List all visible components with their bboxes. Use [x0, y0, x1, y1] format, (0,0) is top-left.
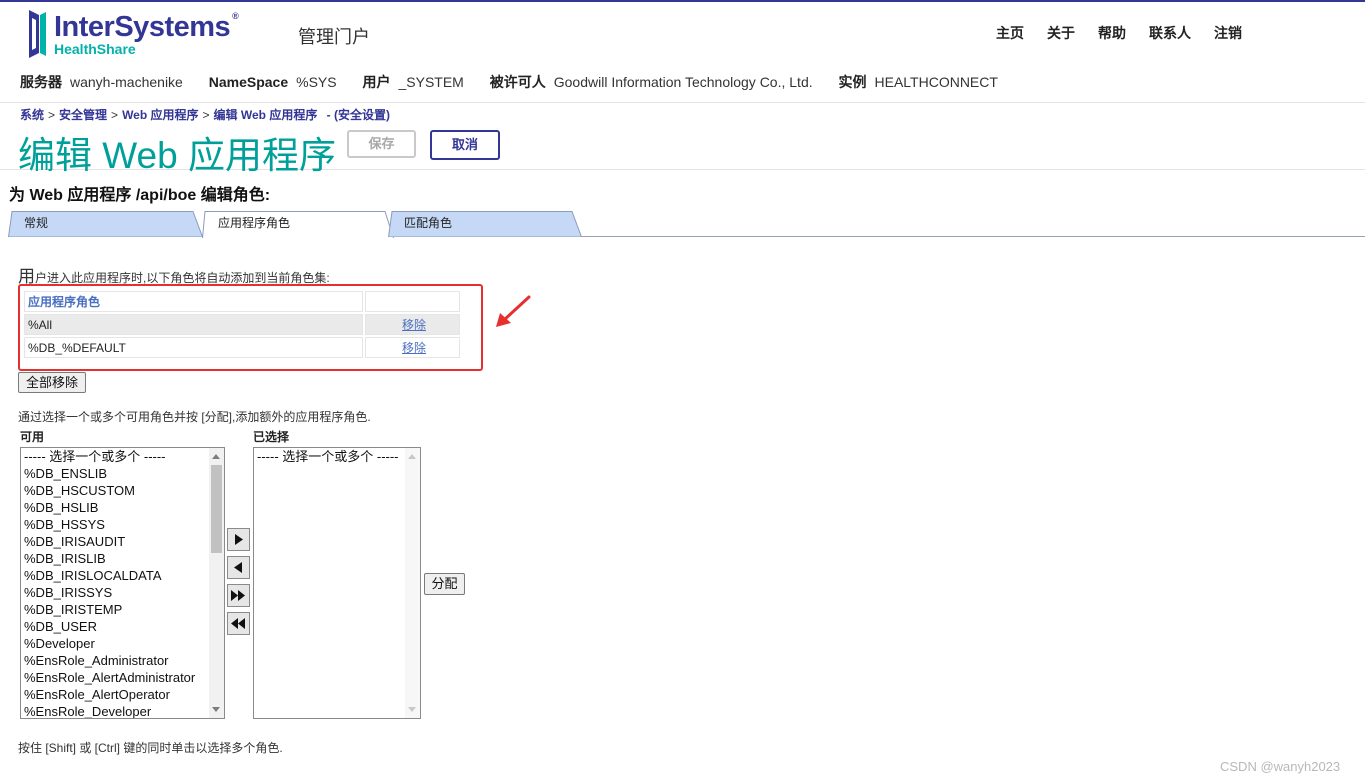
- namespace-value: %SYS: [296, 74, 337, 90]
- brand-name: InterSystems ®: [54, 11, 239, 43]
- server-label: 服务器: [20, 74, 62, 90]
- action-cell: 移除: [365, 337, 460, 358]
- brand-subtitle: HealthShare: [54, 41, 136, 57]
- tab-general-label: 常规: [24, 216, 49, 230]
- user-label: 用户: [362, 74, 391, 90]
- available-role-option[interactable]: %DB_IRISAUDIT: [21, 533, 224, 550]
- roles-intro-text: 用户进入此应用程序时,以下角色将自动添加到当前角色集:: [18, 267, 330, 286]
- available-role-option[interactable]: %DB_IRISTEMP: [21, 601, 224, 618]
- table-row: %All 移除: [24, 314, 460, 335]
- remove-role-link[interactable]: 移除: [402, 341, 426, 355]
- tab-general[interactable]: 常规: [8, 211, 203, 237]
- logo-mark-icon: [29, 10, 46, 58]
- assign-button[interactable]: 分配: [424, 573, 465, 595]
- header: InterSystems ® HealthShare 管理门户 主页 关于 帮助 …: [0, 2, 1365, 102]
- nav-contact-link[interactable]: 联系人: [1149, 23, 1191, 43]
- column-header-app-role: 应用程序角色: [24, 291, 363, 312]
- top-navigation: 主页 关于 帮助 联系人 注销: [996, 23, 1265, 43]
- available-role-option[interactable]: %Developer: [21, 635, 224, 652]
- action-cell: 移除: [365, 314, 460, 335]
- available-role-option[interactable]: %DB_ENSLIB: [21, 465, 224, 482]
- tab-app-roles[interactable]: 应用程序角色: [202, 211, 394, 238]
- system-info-bar: 服务器 wanyh-machenike NameSpace %SYS 用户 _SYST…: [20, 72, 1020, 92]
- scroll-down-icon[interactable]: [212, 707, 220, 712]
- scroll-thumb[interactable]: [211, 465, 222, 553]
- breadcrumb: 系统 > 安全管理 > Web 应用程序 > 编辑 Web 应用程序 - (安全设置): [20, 108, 390, 122]
- available-roles-listbox[interactable]: ----- 选择一个或多个 ----- %DB_ENSLIB %DB_HSCUSTO…: [20, 447, 225, 719]
- role-name-cell: %DB_%DEFAULT: [24, 337, 363, 358]
- double-arrow-right-icon: [231, 590, 245, 601]
- breadcrumb-system[interactable]: 系统: [20, 108, 44, 122]
- move-all-left-button[interactable]: [227, 612, 250, 635]
- page-title: 编辑 Web 应用程序: [18, 135, 336, 176]
- tab-bar: 常规 应用程序角色 匹配角色: [8, 210, 1365, 238]
- section-title: 为 Web 应用程序 /api/boe 编辑角色:: [9, 187, 271, 204]
- remove-role-link[interactable]: 移除: [402, 318, 426, 332]
- available-role-option[interactable]: %EnsRole_Developer: [21, 703, 224, 718]
- arrow-right-icon: [235, 534, 243, 545]
- selected-label: 已选择: [253, 430, 290, 444]
- move-right-button[interactable]: [227, 528, 250, 551]
- cancel-button[interactable]: 取消: [430, 130, 500, 160]
- app-roles-table: 应用程序角色 %All 移除 %DB_%DEFAULT 移除: [22, 289, 462, 360]
- available-role-option[interactable]: %DB_IRISLIB: [21, 550, 224, 567]
- nav-logout-link[interactable]: 注销: [1214, 23, 1242, 43]
- breadcrumb-web-apps[interactable]: Web 应用程序: [122, 108, 198, 122]
- available-role-option[interactable]: %DB_HSSYS: [21, 516, 224, 533]
- available-role-option[interactable]: %EnsRole_Administrator: [21, 652, 224, 669]
- save-button[interactable]: 保存: [347, 130, 416, 158]
- title-area: 系统 > 安全管理 > Web 应用程序 > 编辑 Web 应用程序 - (安全设置) 编辑…: [0, 102, 1365, 176]
- available-role-option[interactable]: %DB_HSLIB: [21, 499, 224, 516]
- remove-all-button[interactable]: 全部移除: [18, 372, 86, 393]
- available-role-option[interactable]: %EnsRole_AlertAdministrator: [21, 669, 224, 686]
- available-role-option[interactable]: %DB_HSCUSTOM: [21, 482, 224, 499]
- available-role-option[interactable]: ----- 选择一个或多个 -----: [21, 448, 224, 465]
- available-label: 可用: [20, 430, 45, 444]
- assign-hint-text: 通过选择一个或多个可用角色并按 [分配],添加额外的应用程序角色.: [18, 410, 371, 424]
- tab-matching-roles[interactable]: 匹配角色: [388, 211, 582, 237]
- available-role-option[interactable]: %DB_USER: [21, 618, 224, 635]
- server-value: wanyh-machenike: [70, 74, 183, 90]
- move-all-right-button[interactable]: [227, 584, 250, 607]
- instance-value: HEALTHCONNECT: [874, 74, 998, 90]
- available-role-option[interactable]: %DB_IRISLOCALDATA: [21, 567, 224, 584]
- licensee-label: 被许可人: [489, 74, 546, 90]
- table-row: %DB_%DEFAULT 移除: [24, 337, 460, 358]
- available-role-option[interactable]: %DB_IRISSYS: [21, 584, 224, 601]
- role-name-cell: %All: [24, 314, 363, 335]
- portal-title: 管理门户: [298, 27, 370, 47]
- breadcrumb-security[interactable]: 安全管理: [59, 108, 107, 122]
- watermark: CSDN @wanyh2023: [1220, 759, 1341, 774]
- user-value: _SYSTEM: [398, 74, 464, 90]
- instance-label: 实例: [838, 74, 867, 90]
- multi-select-hint: 按住 [Shift] 或 [Ctrl] 键的同时单击以选择多个角色.: [18, 741, 283, 755]
- available-scrollbar[interactable]: [209, 448, 224, 718]
- column-header-action: [365, 291, 460, 312]
- scroll-up-icon[interactable]: [212, 454, 220, 459]
- selected-scrollbar[interactable]: [405, 448, 420, 718]
- nav-help-link[interactable]: 帮助: [1098, 23, 1126, 43]
- licensee-value: Goodwill Information Technology Co., Ltd…: [553, 74, 813, 90]
- move-left-button[interactable]: [227, 556, 250, 579]
- namespace-label: NameSpace: [208, 74, 289, 90]
- arrow-left-icon: [234, 562, 242, 573]
- double-arrow-left-icon: [231, 618, 245, 629]
- selected-roles-listbox[interactable]: ----- 选择一个或多个 -----: [253, 447, 421, 719]
- scroll-down-icon[interactable]: [408, 707, 416, 712]
- nav-home-link[interactable]: 主页: [996, 23, 1024, 43]
- tab-app-roles-label: 应用程序角色: [218, 216, 291, 230]
- selected-role-option[interactable]: ----- 选择一个或多个 -----: [254, 448, 420, 465]
- red-arrow-icon: [496, 295, 531, 327]
- breadcrumb-suffix: - (安全设置): [326, 108, 390, 122]
- intersystems-logo[interactable]: InterSystems ® HealthShare: [26, 8, 241, 60]
- scroll-up-icon[interactable]: [408, 454, 416, 459]
- tab-matching-roles-label: 匹配角色: [404, 216, 453, 230]
- nav-about-link[interactable]: 关于: [1047, 23, 1075, 43]
- breadcrumb-edit-web-app[interactable]: 编辑 Web 应用程序: [214, 108, 318, 122]
- available-role-option[interactable]: %EnsRole_AlertOperator: [21, 686, 224, 703]
